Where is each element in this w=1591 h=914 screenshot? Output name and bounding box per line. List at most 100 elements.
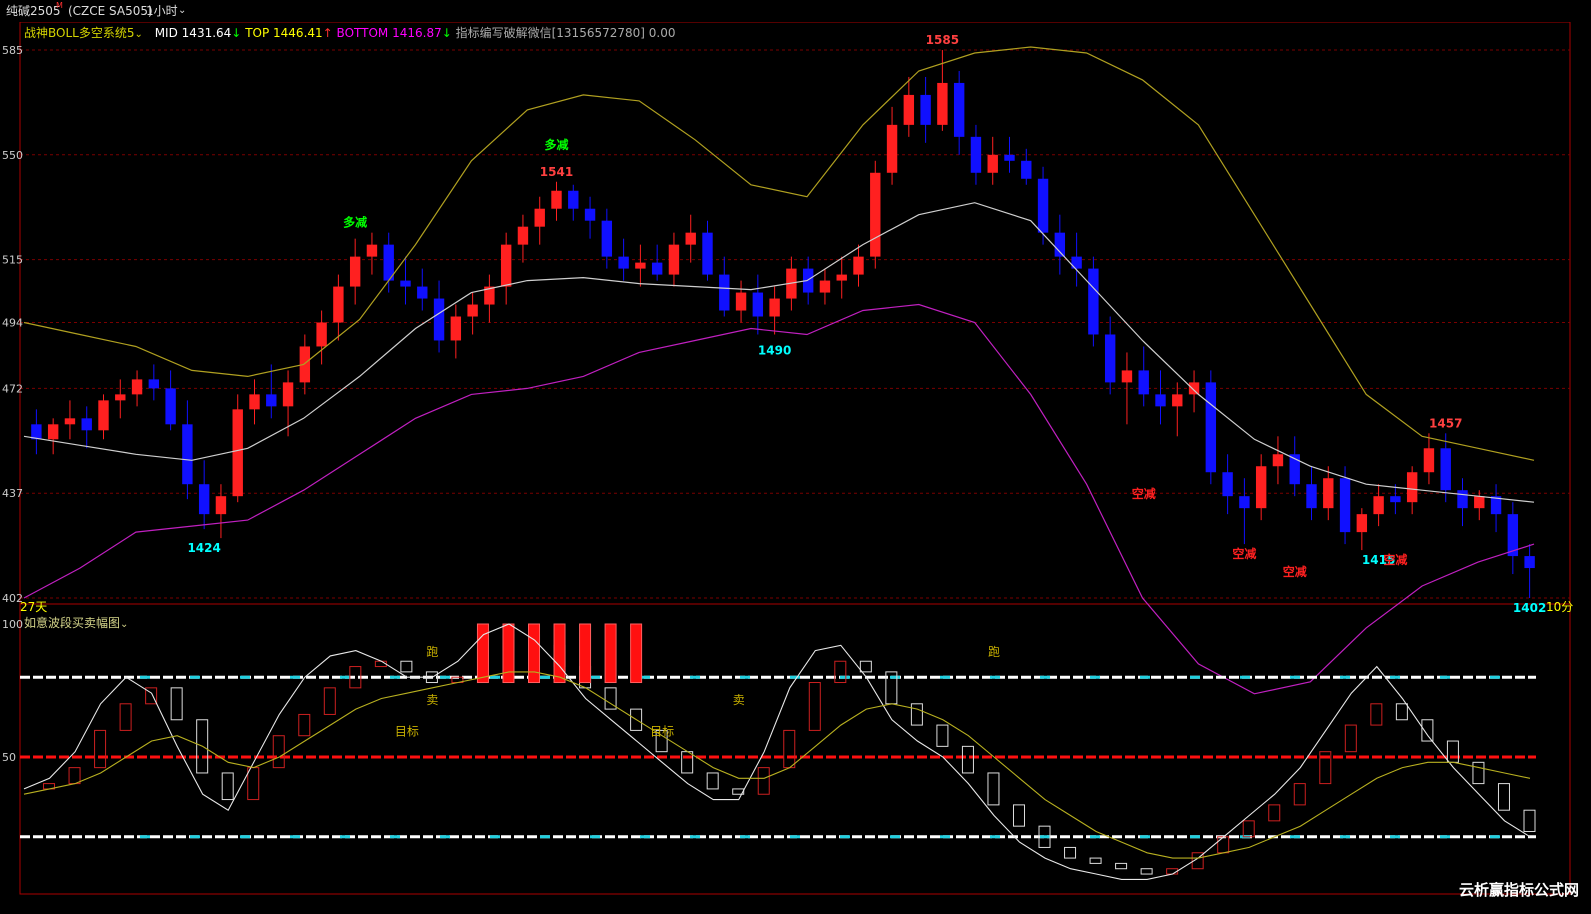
candle-body bbox=[920, 94, 931, 125]
arrow-up-icon: ↑ bbox=[322, 26, 333, 40]
candle-body bbox=[165, 388, 176, 425]
osc-box bbox=[1089, 857, 1102, 864]
candle-body bbox=[467, 304, 478, 317]
osc-box bbox=[834, 660, 847, 684]
osc-box bbox=[323, 687, 336, 715]
candle-body bbox=[64, 418, 76, 425]
bottom-value: 1416.87 bbox=[392, 26, 442, 40]
candle-body bbox=[584, 208, 596, 221]
candle-body bbox=[635, 262, 646, 269]
chevron-down-icon[interactable]: ⌄ bbox=[178, 0, 186, 22]
y-tick-label: 585 bbox=[2, 44, 23, 57]
candle-body bbox=[853, 256, 864, 275]
osc-signal-bar bbox=[630, 623, 643, 684]
candle-body bbox=[903, 94, 915, 125]
osc-box bbox=[1472, 761, 1485, 785]
candle-body bbox=[970, 136, 982, 173]
candle-body bbox=[601, 220, 613, 257]
price-annotation: 1457 bbox=[1429, 416, 1462, 430]
osc-y-tick-label: 100 bbox=[2, 618, 23, 631]
arrow-down-icon: ↓ bbox=[231, 26, 242, 40]
main-panel-border bbox=[19, 21, 1571, 605]
osc-slow-line bbox=[23, 671, 1531, 859]
price-annotation: 1541 bbox=[540, 165, 573, 179]
candle-body bbox=[47, 424, 59, 440]
candle-body bbox=[1104, 334, 1116, 383]
y-tick-label: 515 bbox=[2, 254, 23, 267]
candle-body bbox=[685, 232, 696, 245]
price-annotation: 空减 bbox=[1132, 486, 1156, 501]
osc-box bbox=[1421, 719, 1434, 742]
mid-value: 1431.64 bbox=[181, 26, 232, 40]
osc-box bbox=[272, 735, 285, 769]
candle-body bbox=[534, 208, 545, 227]
osc-label: 目标 bbox=[650, 725, 674, 739]
candle-body bbox=[769, 298, 780, 317]
y-tick-label: 437 bbox=[2, 487, 23, 500]
mid-label: MID bbox=[154, 26, 178, 40]
price-annotation: 空减 bbox=[1283, 564, 1307, 579]
symbol-superscript: M bbox=[56, 1, 63, 10]
chevron-down-icon[interactable]: ⌄ bbox=[120, 619, 128, 630]
arrow-down-icon: ↓ bbox=[441, 26, 452, 40]
osc-label: 目标 bbox=[395, 725, 419, 739]
chart-stage: 585 550 515 494 472 437 402 1424 多减 1541 多减 1490 158… bbox=[0, 0, 1591, 910]
candle-body bbox=[702, 232, 713, 275]
osc-box bbox=[1115, 862, 1128, 870]
candle-body bbox=[400, 280, 411, 287]
candle-body bbox=[651, 262, 663, 275]
osc-box bbox=[1344, 724, 1357, 753]
price-annotation: 1490 bbox=[758, 343, 791, 357]
osc-label: 跑 bbox=[426, 645, 438, 659]
candle-body bbox=[450, 316, 462, 341]
osc-signal-bar bbox=[528, 623, 541, 684]
candle-body bbox=[618, 256, 629, 269]
osc-box bbox=[910, 703, 923, 726]
candle-body bbox=[1222, 472, 1233, 497]
price-annotation: 空减 bbox=[1232, 546, 1256, 561]
title-bar: 纯碱2505 M (CZCE SA505) 1小时 ⌄ bbox=[0, 0, 1591, 22]
chart-canvas[interactable]: 5855505154944724374021424多减1541多减1490158… bbox=[0, 0, 1591, 910]
osc-box bbox=[221, 772, 234, 801]
candle-body bbox=[31, 424, 42, 440]
candle-body bbox=[1406, 472, 1418, 503]
osc-box bbox=[1217, 836, 1230, 854]
candle-body bbox=[249, 394, 260, 410]
candle-body bbox=[886, 124, 898, 173]
price-annotation: 多减 bbox=[343, 215, 367, 230]
candle-body bbox=[282, 382, 294, 407]
y-tick-label: 472 bbox=[2, 382, 23, 395]
candle-body bbox=[568, 190, 579, 209]
candle-body bbox=[1524, 556, 1535, 569]
candle-body bbox=[1474, 496, 1485, 509]
boll-indicator-legend: 战神BOLL多空系统5⌄ MID 1431.64↓ TOP 1446.41↑ B… bbox=[24, 24, 676, 41]
candle-body bbox=[836, 274, 847, 281]
chevron-down-icon[interactable]: ⌄ bbox=[134, 29, 142, 40]
candle-body bbox=[1255, 466, 1267, 509]
osc-box bbox=[1446, 740, 1459, 763]
osc-box bbox=[1064, 846, 1077, 859]
oscillator-name[interactable]: 如意波段买卖幅图 bbox=[24, 616, 120, 630]
candle-body bbox=[1239, 496, 1250, 509]
period-selector[interactable]: 1小时 bbox=[146, 0, 178, 22]
candle-body bbox=[987, 154, 998, 173]
indicator-note: 指标编写破解微信[13156572780] 0.00 bbox=[455, 26, 676, 40]
time-span-right: 10分 bbox=[1546, 600, 1574, 614]
osc-box bbox=[1242, 820, 1255, 838]
candle-body bbox=[81, 418, 92, 431]
candle-body bbox=[1021, 160, 1032, 179]
y-tick-label: 494 bbox=[2, 317, 23, 330]
candle-body bbox=[1272, 454, 1284, 467]
symbol-name[interactable]: 纯碱2505 bbox=[6, 0, 61, 22]
price-annotation: 1424 bbox=[187, 541, 220, 555]
osc-signal-bar bbox=[502, 623, 515, 684]
boll-indicator-name[interactable]: 战神BOLL多空系统5 bbox=[24, 26, 134, 40]
osc-box bbox=[706, 772, 719, 790]
candle-body bbox=[1037, 178, 1049, 233]
candle-body bbox=[1138, 370, 1149, 395]
candle-body bbox=[198, 484, 210, 515]
osc-box bbox=[1268, 804, 1281, 822]
osc-thin-line bbox=[23, 623, 1531, 880]
osc-label: 卖 bbox=[426, 693, 438, 707]
candle-body bbox=[433, 298, 445, 341]
